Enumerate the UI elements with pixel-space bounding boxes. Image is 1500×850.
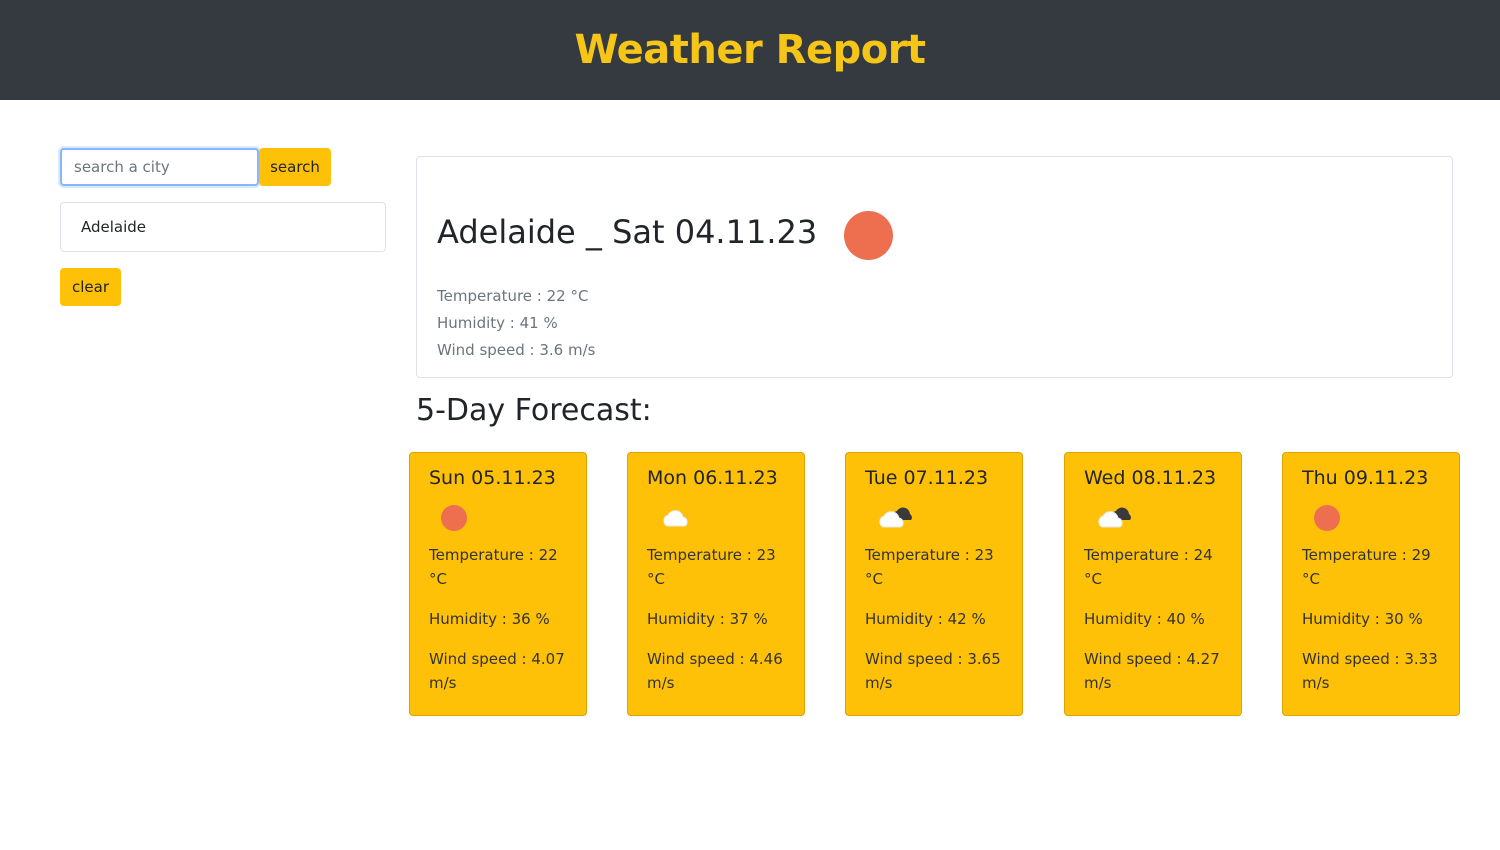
sun-icon xyxy=(1314,505,1340,531)
forecast-date: Thu 09.11.23 xyxy=(1302,467,1429,489)
app-title: Weather Report xyxy=(574,27,926,73)
forecast-humidity: Humidity : 30 % xyxy=(1302,610,1423,628)
forecast-humidity: Humidity : 36 % xyxy=(429,610,550,628)
current-temperature: Temperature : 22 °C xyxy=(437,287,589,305)
broken-clouds-icon xyxy=(879,507,912,528)
forecast-icon-wrap xyxy=(429,493,567,543)
forecast-title: 5-Day Forecast: xyxy=(416,393,652,428)
forecast-card: Wed 08.11.23 Temperature : 24 °C Humidit… xyxy=(1064,452,1242,716)
forecast-wind-speed: Wind speed : 4.46 m/s xyxy=(647,650,783,692)
forecast-icon-wrap xyxy=(865,493,1003,543)
forecast-wind-speed: Wind speed : 3.65 m/s xyxy=(865,650,1001,692)
forecast-card: Tue 07.11.23 Temperature : 23 °C Humidit… xyxy=(845,452,1023,716)
current-title: Adelaide _ Sat 04.11.23 xyxy=(437,212,818,251)
current-weather-card: Adelaide _ Sat 04.11.23 Temperature : 22… xyxy=(416,156,1453,378)
forecast-temperature: Temperature : 23 °C xyxy=(647,546,776,588)
forecast-icon-wrap xyxy=(1084,493,1222,543)
forecast-card: Mon 06.11.23 Temperature : 23 °C Humidit… xyxy=(627,452,805,716)
clear-button[interactable]: clear xyxy=(60,268,121,306)
current-humidity: Humidity : 41 % xyxy=(437,314,558,332)
header-bar: Weather Report xyxy=(0,0,1500,100)
forecast-icon-wrap xyxy=(647,493,785,543)
forecast-date: Tue 07.11.23 xyxy=(865,467,989,489)
current-stats: Temperature : 22 °C Humidity : 41 % Wind… xyxy=(437,283,595,364)
forecast-temperature: Temperature : 22 °C xyxy=(429,546,558,588)
forecast-wind-speed: Wind speed : 3.33 m/s xyxy=(1302,650,1438,692)
broken-clouds-icon xyxy=(1098,507,1131,528)
history-item-adelaide[interactable]: Adelaide xyxy=(60,202,386,252)
cloud-icon xyxy=(663,510,688,527)
sidebar: search Adelaide clear xyxy=(60,148,386,306)
current-title-row: Adelaide _ Sat 04.11.23 xyxy=(437,203,894,260)
forecast-wind-speed: Wind speed : 4.07 m/s xyxy=(429,650,565,692)
forecast-temperature: Temperature : 29 °C xyxy=(1302,546,1431,588)
forecast-card: Sun 05.11.23 Temperature : 22 °C Humidit… xyxy=(409,452,587,716)
forecast-humidity: Humidity : 42 % xyxy=(865,610,986,628)
forecast-temperature: Temperature : 23 °C xyxy=(865,546,994,588)
sun-icon xyxy=(441,505,467,531)
forecast-temperature: Temperature : 24 °C xyxy=(1084,546,1213,588)
sun-icon xyxy=(844,211,894,260)
forecast-humidity: Humidity : 37 % xyxy=(647,610,768,628)
current-wind-speed: Wind speed : 3.6 m/s xyxy=(437,341,596,359)
forecast-wind-speed: Wind speed : 4.27 m/s xyxy=(1084,650,1220,692)
forecast-icon-wrap xyxy=(1302,493,1440,543)
forecast-date: Mon 06.11.23 xyxy=(647,467,778,489)
forecast-date: Wed 08.11.23 xyxy=(1084,467,1217,489)
forecast-date: Sun 05.11.23 xyxy=(429,467,556,489)
search-row: search xyxy=(60,148,386,186)
search-input[interactable] xyxy=(60,148,259,186)
forecast-card: Thu 09.11.23 Temperature : 29 °C Humidit… xyxy=(1282,452,1460,716)
search-button[interactable]: search xyxy=(259,148,331,186)
forecast-humidity: Humidity : 40 % xyxy=(1084,610,1205,628)
